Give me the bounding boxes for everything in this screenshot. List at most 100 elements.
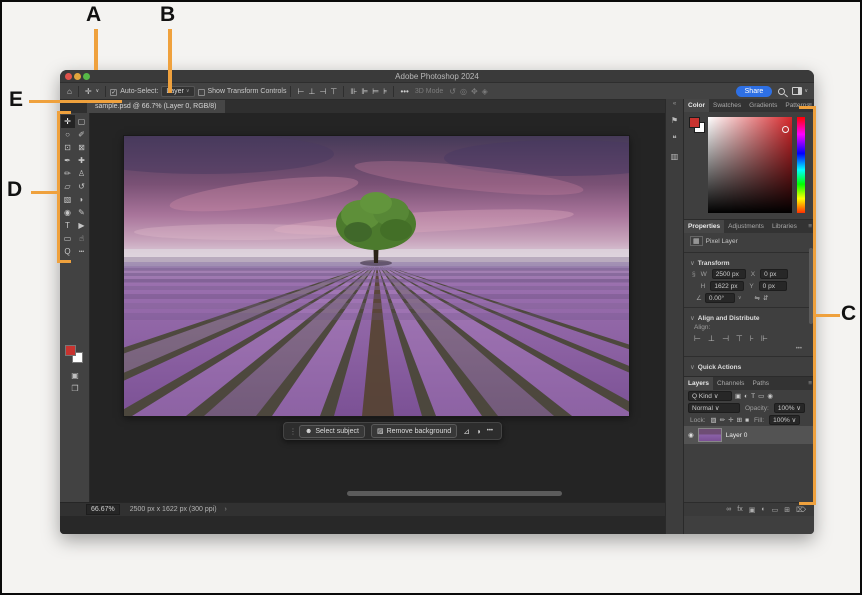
clone-stamp-tool[interactable]: ♙ (75, 167, 89, 180)
foreground-color-swatch[interactable] (65, 345, 76, 356)
align-left-icon[interactable]: ⊢ (297, 87, 304, 96)
blur-tool[interactable]: ◗ (75, 193, 89, 206)
new-layer-icon[interactable]: ⊞ (784, 506, 790, 514)
saturation-brightness-picker[interactable] (708, 117, 792, 213)
filter-smart-icon[interactable]: ◉ (767, 392, 773, 400)
title-bar[interactable]: Adobe Photoshop 2024 (60, 70, 814, 83)
select-subject-button[interactable]: ☻ Select subject (299, 425, 365, 438)
edit-toolbar-icon[interactable]: ••• (75, 245, 89, 258)
taskbar-more-icon[interactable]: ••• (487, 428, 493, 434)
tab-adjustments[interactable]: Adjustments (724, 220, 768, 233)
healing-brush-tool[interactable]: ✚ (75, 154, 89, 167)
screen-mode-icon[interactable]: ❐ (60, 384, 90, 393)
object-selection-tool[interactable]: ✐ (75, 128, 89, 141)
filter-adjustment-icon[interactable]: ◐ (744, 393, 748, 400)
status-zoom-field[interactable]: 66.67% (86, 504, 120, 515)
type-tool[interactable]: T (61, 219, 75, 232)
share-button[interactable]: Share (736, 86, 773, 97)
lock-all-icon[interactable]: ■ (745, 417, 749, 424)
angle-caret-icon[interactable]: ∨ (738, 295, 742, 301)
auto-select-checkbox[interactable]: ✓ (110, 89, 117, 96)
layer-filter-dropdown[interactable]: Q Kind ∨ (688, 391, 732, 401)
wh-link-icon[interactable]: § (692, 271, 696, 278)
width-field[interactable]: 2500 px (712, 269, 746, 279)
auto-select-target-dropdown[interactable]: Layer ∨ (161, 86, 194, 97)
flip-horizontal-icon[interactable]: ⇋ (755, 294, 760, 302)
align-right-icon[interactable]: ⊣ (319, 87, 326, 96)
height-field[interactable]: 1622 px (710, 281, 744, 291)
delete-layer-icon[interactable]: ⌦ (796, 506, 806, 514)
dodge-tool[interactable]: ◉ (61, 206, 75, 219)
hand-tool[interactable]: ☝ (75, 232, 89, 245)
home-icon[interactable]: ⌂ (67, 87, 72, 96)
tab-paths[interactable]: Paths (748, 377, 773, 390)
fill-field[interactable]: 100% ∨ (769, 415, 800, 425)
lasso-tool[interactable]: ○ (61, 128, 75, 141)
marquee-tool[interactable]: ▢ (75, 115, 89, 128)
layer-name[interactable]: Layer 0 (726, 432, 748, 439)
brush-tool[interactable]: ✏ (61, 167, 75, 180)
distribute-left-icon[interactable]: ⊨ (372, 87, 379, 96)
pan-view-icon[interactable]: ✥ (471, 87, 478, 96)
path-selection-tool[interactable]: ▶ (75, 219, 89, 232)
remove-background-button[interactable]: ▨ Remove background (371, 424, 457, 438)
align-more-icon[interactable]: ••• (400, 87, 408, 96)
filter-type-icon[interactable]: T (751, 393, 755, 400)
lock-transparency-icon[interactable]: ▨ (711, 416, 717, 424)
comments-panel-icon[interactable]: ❝ (666, 134, 683, 143)
transform-section-header[interactable]: ∨Transform (684, 256, 814, 268)
align-bottom-edges-icon[interactable]: ⊩ (761, 334, 768, 343)
properties-panel-menu-icon[interactable]: ≡ (808, 220, 812, 233)
move-tool[interactable]: ✛ (61, 115, 75, 128)
layer-thumbnail[interactable] (698, 428, 722, 442)
workspace-switcher-icon[interactable] (792, 87, 802, 95)
tab-gradients[interactable]: Gradients (745, 99, 781, 112)
pen-tool[interactable]: ✎ (75, 206, 89, 219)
tab-channels[interactable]: Channels (713, 377, 748, 390)
lock-artboard-icon[interactable]: ⊞ (737, 416, 742, 424)
layer-effects-icon[interactable]: fx (737, 506, 742, 513)
adjustment-icon[interactable]: ◑ (476, 427, 481, 436)
align-section-header[interactable]: ∨Align and Distribute (684, 311, 814, 323)
tab-layers[interactable]: Layers (684, 377, 713, 390)
align-v-centers-icon[interactable]: ⊦ (750, 334, 754, 343)
adjustment-layer-icon[interactable]: ◐ (761, 506, 765, 513)
filter-pixel-icon[interactable]: ▣ (735, 392, 741, 400)
align-more-button[interactable]: ••• (684, 345, 814, 353)
layer-visibility-eye-icon[interactable]: ◉ (688, 431, 694, 439)
expand-panels-icon[interactable]: « (666, 101, 683, 107)
angle-field[interactable]: 0.00° (705, 293, 735, 303)
color-picker-cursor[interactable] (782, 126, 789, 133)
quick-mask-icon[interactable]: ▣ (60, 371, 90, 380)
zoom-tool[interactable]: Q (61, 245, 75, 258)
search-icon[interactable] (778, 88, 785, 95)
flip-vertical-icon[interactable]: ⇵ (763, 294, 768, 302)
eraser-tool[interactable]: ▱ (61, 180, 75, 193)
tool-preset-caret-icon[interactable]: ∨ (96, 88, 100, 94)
blend-mode-dropdown[interactable]: Normal ∨ (688, 403, 740, 413)
align-top-edges-icon[interactable]: ⊤ (736, 334, 743, 343)
color-swatches-control[interactable] (65, 345, 85, 365)
distribute-top-icon[interactable]: ⊧ (383, 87, 387, 96)
hue-slider[interactable] (797, 117, 805, 213)
eyedropper-tool[interactable]: ✒ (61, 154, 75, 167)
history-brush-tool[interactable]: ↺ (75, 180, 89, 193)
show-transform-checkbox[interactable] (198, 89, 205, 96)
histogram-panel-icon[interactable]: ▥ (666, 152, 683, 161)
align-top-icon[interactable]: ⊤ (330, 87, 337, 96)
lock-position-icon[interactable]: ✛ (728, 416, 733, 424)
orbit-view-icon[interactable]: ◎ (460, 87, 467, 96)
tab-properties[interactable]: Properties (684, 220, 724, 233)
opacity-field[interactable]: 100% ∨ (774, 403, 805, 413)
shape-tool[interactable]: ▭ (61, 232, 75, 245)
crop-tool[interactable]: ⊡ (61, 141, 75, 154)
align-center-h-icon[interactable]: ⊥ (308, 87, 315, 96)
x-field[interactable]: 0 px (760, 269, 788, 279)
color-foreground-swatch[interactable] (689, 117, 700, 128)
taskbar-drag-handle[interactable]: ⋮ (289, 427, 296, 436)
y-field[interactable]: 0 px (759, 281, 787, 291)
align-right-edges-icon[interactable]: ⊣ (722, 334, 729, 343)
history-panel-icon[interactable]: ⚑ (666, 116, 683, 125)
workspace-caret-icon[interactable]: ∨ (804, 88, 808, 94)
move-tool-preset-icon[interactable]: ✛ (85, 87, 92, 96)
